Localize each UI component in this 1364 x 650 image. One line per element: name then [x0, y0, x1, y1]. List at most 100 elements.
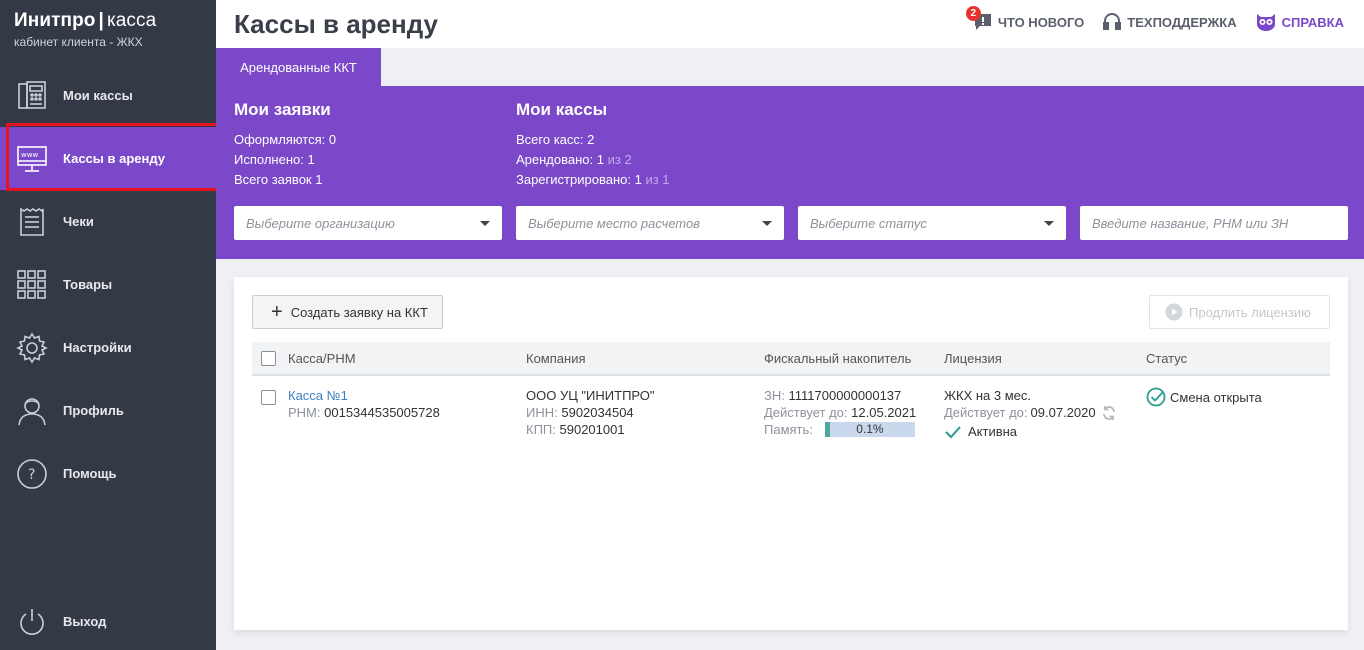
whats-new-label: ЧТО НОВОГО — [997, 14, 1085, 30]
brand[interactable]: Инитпро | касса кабинет клиента - ЖКХ — [14, 10, 156, 49]
status-cell: Смена открыта — [1146, 387, 1262, 407]
extend-license-label: Продлить лицензию — [1189, 304, 1311, 320]
sidebar-item-profile[interactable]: Профиль — [0, 379, 216, 442]
create-request-label: Создать заявку на ККТ — [290, 304, 428, 320]
whats-new-link[interactable]: 2 ЧТО НОВОГО — [965, 6, 1085, 32]
status-select-placeholder: Выберите статус — [810, 215, 927, 231]
registers-registered: Зарегистрировано: 1 из 1 — [516, 170, 670, 190]
extend-license-button[interactable]: Продлить лицензию — [1149, 295, 1330, 329]
brand-product: касса — [106, 10, 157, 31]
memory-value: 0.1% — [856, 422, 884, 436]
sidebar-item-settings[interactable]: Настройки — [0, 316, 216, 379]
registers-title: Мои кассы — [516, 100, 608, 119]
registers-summary: Мои кассы Всего касс: 2 Арендовано: 1 из… — [516, 100, 670, 190]
plus-icon: + — [271, 301, 283, 323]
sidebar-item-label: Кассы в аренду — [63, 151, 165, 166]
row-checkbox[interactable] — [261, 390, 276, 405]
monitor-www-icon: www — [16, 143, 48, 175]
header: Кассы в аренду 2 ЧТО НОВОГО ТЕХПОДДЕРЖКА… — [216, 0, 1364, 48]
column-company[interactable]: Компания — [526, 351, 586, 366]
inn-value: 5902034504 — [561, 405, 634, 420]
memory-label: Память: — [764, 422, 813, 437]
receipt-icon — [16, 206, 48, 238]
sidebar-item-label: Профиль — [63, 403, 124, 418]
sidebar-item-receipts[interactable]: Чеки — [0, 190, 216, 253]
news-badge: 2 — [965, 6, 981, 21]
rnm-value: 0015344535005728 — [324, 405, 440, 420]
select-all-checkbox[interactable] — [261, 351, 276, 366]
chevron-down-icon — [762, 221, 772, 226]
status-badge: Смена открыта — [1146, 387, 1262, 407]
memory-usage: Память: 0.1% — [764, 421, 916, 438]
rented-value: 1 — [596, 152, 604, 167]
org-select[interactable]: Выберите организацию — [234, 206, 502, 240]
help-label: СПРАВКА — [1281, 14, 1344, 30]
status-label: Смена открыта — [1170, 389, 1262, 405]
chevron-down-icon — [1044, 221, 1054, 226]
page-title: Кассы в аренду — [234, 9, 438, 39]
sidebar-item-rent-registers[interactable]: www Кассы в аренду — [0, 127, 216, 190]
sidebar-item-my-registers[interactable]: Мои кассы — [0, 64, 216, 127]
fn-cell: ЗН: 1111700000000137 Действует до: 12.05… — [764, 387, 916, 438]
requests-processing: Оформляются: 0 — [234, 132, 337, 147]
header-links: 2 ЧТО НОВОГО ТЕХПОДДЕРЖКА СПРАВКА — [955, 6, 1344, 32]
sidebar-item-help[interactable]: ? Помощь — [0, 442, 216, 505]
column-status[interactable]: Статус — [1146, 351, 1187, 366]
sidebar-item-label: Мои кассы — [63, 88, 133, 103]
check-icon — [945, 425, 961, 438]
kpp-label: КПП: — [526, 422, 556, 437]
check-circle-icon — [1146, 387, 1166, 407]
cash-register-icon — [16, 80, 48, 112]
license-name: ЖКХ на 3 мес. — [944, 388, 1032, 403]
refresh-icon[interactable] — [1101, 405, 1117, 421]
table-header: Касса/РНМ Компания Фискальный накопитель… — [252, 342, 1330, 376]
help-icon: ? — [16, 458, 48, 490]
search-input[interactable]: Введите название, РНМ или ЗН — [1080, 206, 1348, 240]
support-link[interactable]: ТЕХПОДДЕРЖКА — [1102, 12, 1237, 32]
column-fn[interactable]: Фискальный накопитель — [764, 351, 911, 366]
requests-done: Исполнено: 1 — [234, 152, 315, 167]
rented-label: Арендовано: — [516, 152, 594, 167]
headset-icon — [1103, 13, 1122, 30]
requests-total: Всего заявок 1 — [234, 172, 323, 187]
zn-value: 1111700000000137 — [788, 388, 902, 403]
column-kassa[interactable]: Касса/РНМ — [288, 351, 356, 366]
logout-label: Выход — [63, 614, 107, 629]
brand-separator: | — [98, 10, 104, 31]
svg-text:www: www — [21, 151, 38, 159]
rnm-label: РНМ: — [288, 405, 321, 420]
sidebar-item-goods[interactable]: Товары — [0, 253, 216, 316]
create-request-button[interactable]: + Создать заявку на ККТ — [252, 295, 443, 329]
logout-button[interactable]: Выход — [0, 590, 216, 650]
grid-icon — [16, 269, 48, 301]
power-icon — [16, 606, 48, 638]
org-select-placeholder: Выберите организацию — [246, 215, 395, 231]
company-cell: ООО УЦ "ИНИТПРО" ИНН: 5902034504 КПП: 59… — [526, 387, 655, 438]
gear-icon — [16, 331, 48, 364]
brand-name: Инитпро — [14, 10, 96, 31]
license-cell: ЖКХ на 3 мес. Действует до: 09.07.2020 Ак… — [944, 387, 1117, 440]
sidebar: Инитпро | касса кабинет клиента - ЖКХ Мои … — [0, 0, 216, 650]
license-state: Активна — [944, 423, 1117, 440]
status-select[interactable]: Выберите статус — [798, 206, 1066, 240]
sidebar-item-label: Чеки — [63, 214, 94, 229]
fn-valid-value: 12.05.2021 — [851, 405, 917, 420]
memory-bar: 0.1% — [824, 422, 915, 437]
registers-rented: Арендовано: 1 из 2 — [516, 150, 670, 170]
help-link[interactable]: СПРАВКА — [1255, 12, 1344, 32]
sidebar-item-label: Настройки — [63, 340, 132, 355]
registered-value: 1 — [634, 172, 642, 187]
tab-rented-kkt[interactable]: Арендованные ККТ — [216, 48, 381, 86]
brand-title: Инитпро | касса — [14, 10, 156, 32]
place-select[interactable]: Выберите место расчетов — [516, 206, 784, 240]
message-icon: 2 — [965, 6, 998, 32]
registered-label: Зарегистрировано: — [516, 172, 631, 187]
place-select-placeholder: Выберите место расчетов — [528, 215, 700, 231]
kassa-cell: Касса №1 РНМ: 0015344535005728 — [288, 387, 440, 421]
column-license[interactable]: Лицензия — [944, 351, 1002, 366]
rented-of: из 2 — [607, 152, 632, 167]
memory-bar-fill — [824, 422, 830, 437]
kassa-link[interactable]: Касса №1 — [288, 387, 440, 404]
kpp-value: 590201001 — [559, 422, 625, 437]
play-circle-icon — [1165, 303, 1183, 321]
